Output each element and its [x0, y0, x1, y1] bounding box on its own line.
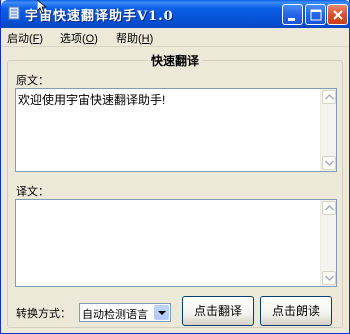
- mode-dropdown-button[interactable]: [154, 305, 169, 320]
- maximize-icon: [310, 9, 322, 21]
- close-button[interactable]: [327, 4, 348, 25]
- target-textarea[interactable]: [15, 199, 337, 287]
- translate-button[interactable]: 点击翻译: [182, 296, 254, 326]
- source-text: 欢迎使用宇宙快速翻译助手!: [18, 93, 166, 107]
- minimize-button[interactable]: [282, 4, 303, 25]
- menu-options[interactable]: 选项(O): [60, 30, 98, 46]
- dropdown-arrow-icon: [158, 311, 166, 315]
- scroll-down-button[interactable]: [322, 271, 336, 285]
- mode-select-value: 自动检测语言: [82, 309, 148, 321]
- mouse-cursor-icon: [37, 0, 47, 14]
- menu-help[interactable]: 帮助(H): [116, 30, 153, 46]
- maximize-button[interactable]: [305, 4, 326, 25]
- source-label: 原文：: [16, 75, 49, 87]
- target-label: 译文：: [16, 186, 49, 198]
- window-title: 宇宙快速翻译助手V1.0: [25, 9, 174, 24]
- minimize-icon: [288, 18, 295, 21]
- mode-select[interactable]: 自动检测语言: [79, 303, 171, 322]
- groupbox-title: 快速翻译: [148, 52, 203, 69]
- mode-label: 转换方式：: [16, 308, 71, 320]
- target-scrollbar[interactable]: [320, 200, 336, 286]
- scroll-up-button[interactable]: [322, 201, 336, 215]
- source-scrollbar[interactable]: [320, 89, 336, 171]
- menu-start[interactable]: 启动(F): [7, 30, 43, 46]
- app-window: 宇宙快速翻译助手V1.0 启动(F) 选项(O) 帮助(H) 快速翻译 原文： …: [0, 0, 350, 334]
- scroll-up-button[interactable]: [322, 90, 336, 104]
- chevron-down-icon: [325, 275, 334, 281]
- read-aloud-button[interactable]: 点击朗读: [260, 296, 332, 326]
- chevron-up-icon: [325, 94, 334, 100]
- chevron-up-icon: [325, 205, 334, 211]
- title-bar[interactable]: 宇宙快速翻译助手V1.0: [1, 0, 350, 28]
- chevron-down-icon: [325, 160, 334, 166]
- close-icon: [333, 10, 343, 20]
- app-icon: [8, 6, 20, 20]
- menu-bar: 启动(F) 选项(O) 帮助(H): [2, 28, 349, 47]
- scroll-down-button[interactable]: [322, 156, 336, 170]
- source-textarea[interactable]: 欢迎使用宇宙快速翻译助手!: [15, 88, 337, 172]
